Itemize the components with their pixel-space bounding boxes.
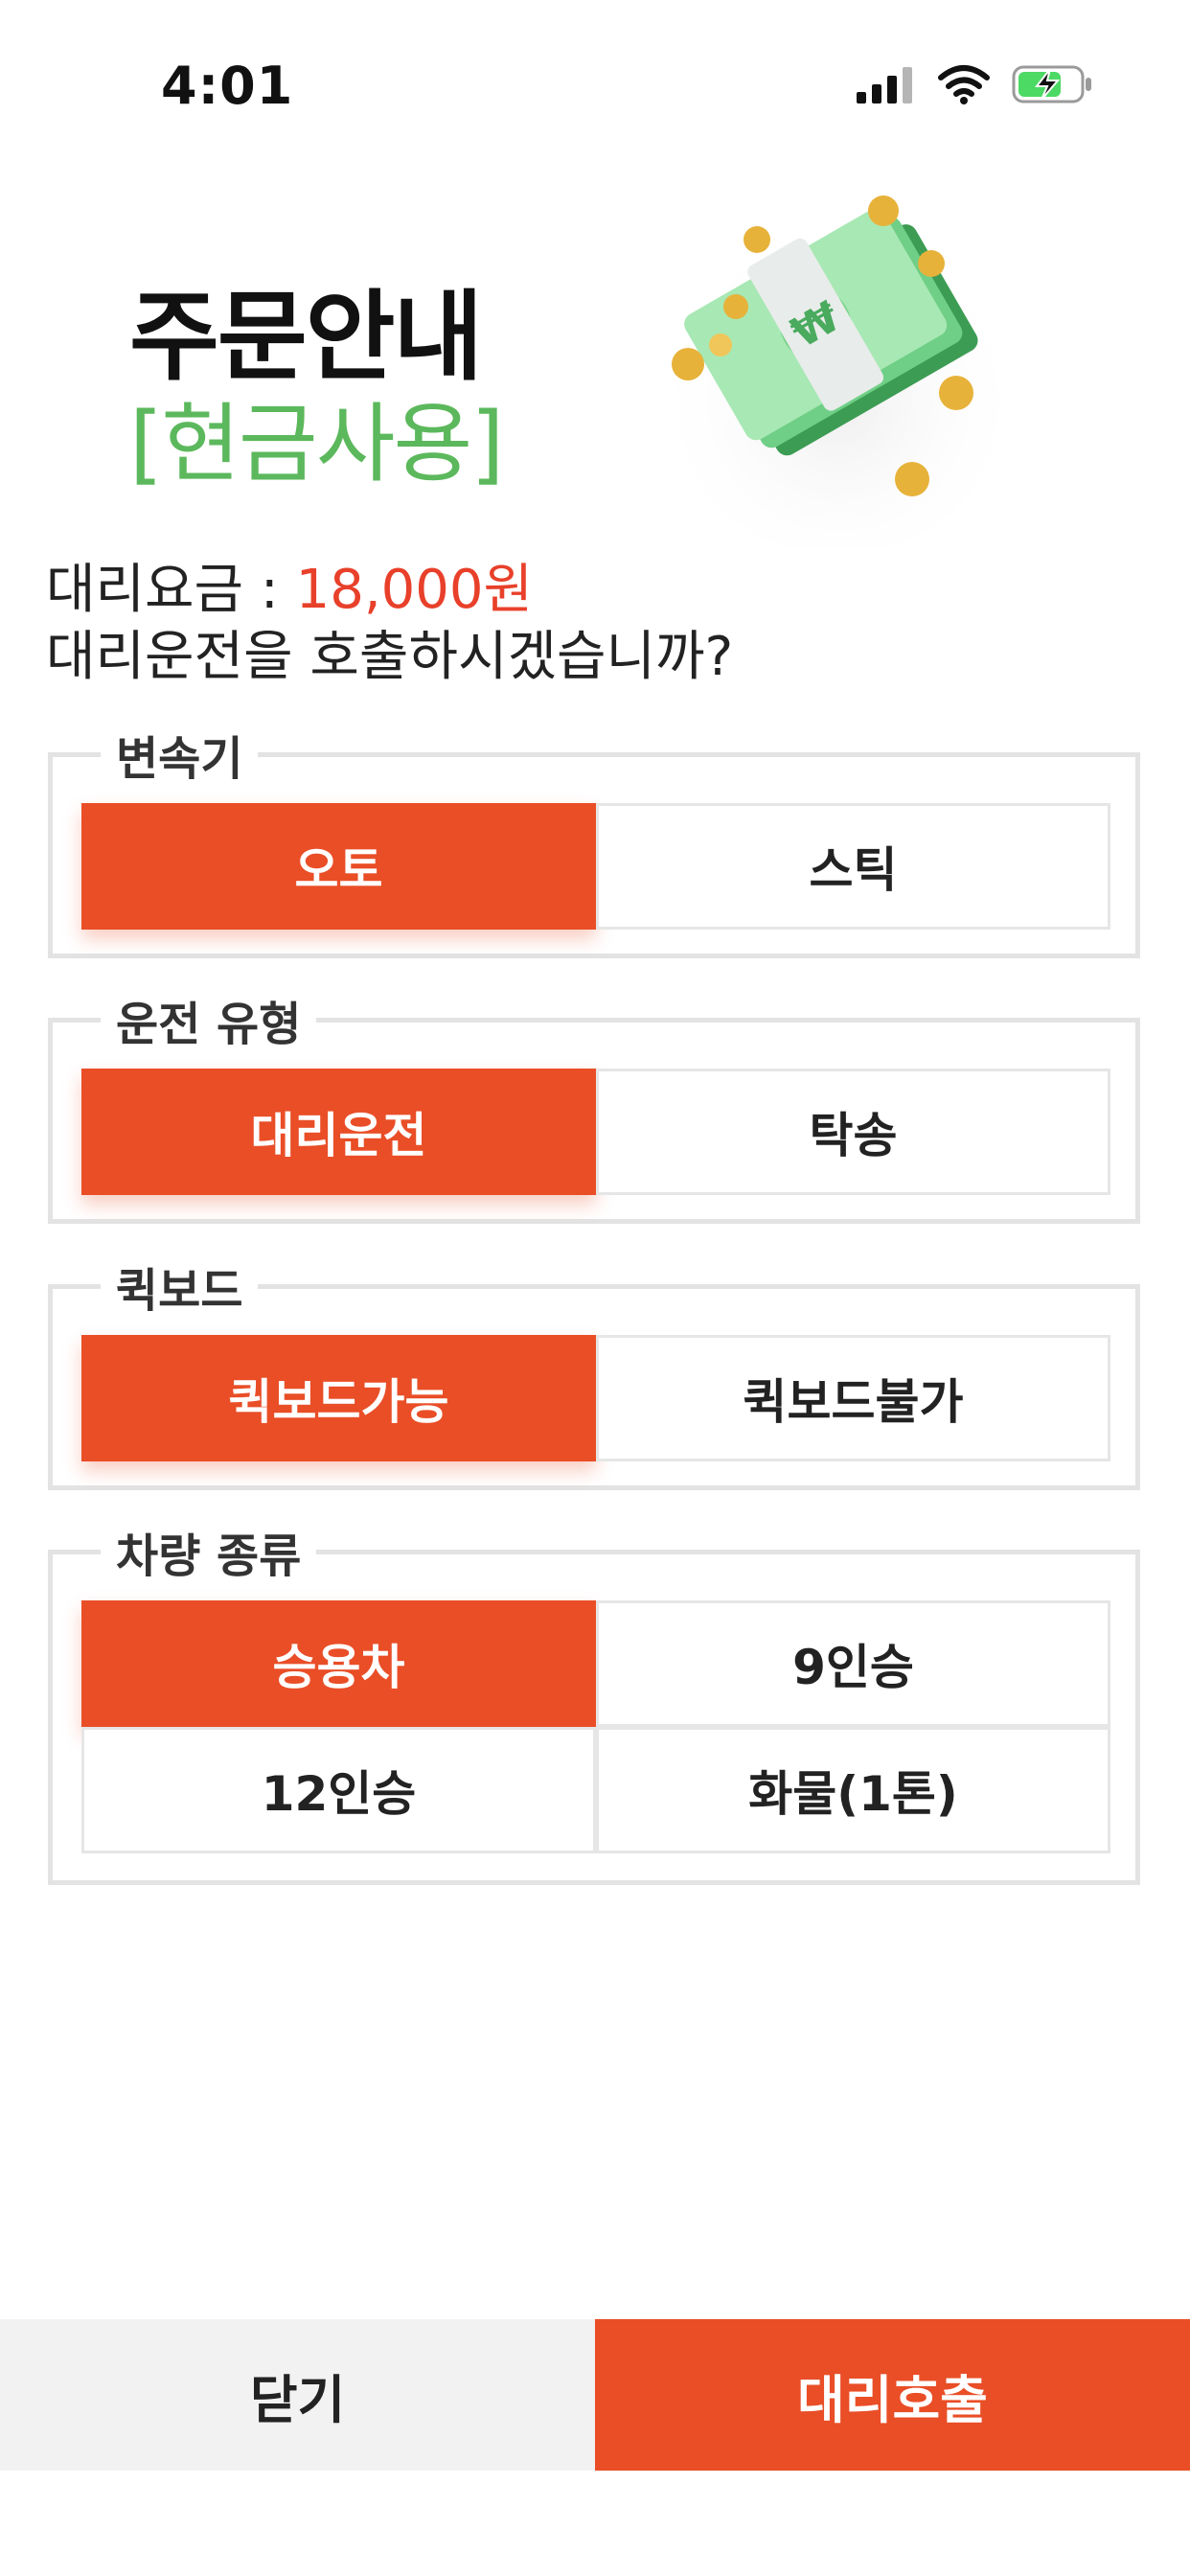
vehicle-sedan-option[interactable]: 승용차	[81, 1600, 596, 1727]
status-time: 4:01	[161, 56, 294, 116]
call-driver-button[interactable]: 대리호출	[595, 2319, 1190, 2471]
payment-type-subtitle: [현금사용]	[129, 394, 504, 494]
transmission-group: 변속기 오토 스틱	[48, 721, 1140, 958]
kickboard-legend: 퀵보드	[101, 1253, 259, 1320]
confirm-question: 대리운전을 호출하시겠습니까?	[46, 626, 734, 688]
vehicle-12-seater-option[interactable]: 12인승	[81, 1727, 596, 1853]
vehicle-type-group: 차량 종류 승용차 9인승 12인승 화물(1톤)	[48, 1518, 1140, 1885]
status-bar: 4:01	[0, 0, 1190, 172]
fare-line: 대리요금 : 18,000원	[46, 546, 533, 624]
transmission-legend: 변속기	[101, 721, 259, 788]
bottom-action-bar: 닫기 대리호출	[0, 2319, 1190, 2471]
cellular-signal-icon	[857, 65, 916, 107]
cash-bundle-illustration: ₩	[632, 192, 1035, 556]
battery-charging-icon	[1012, 63, 1094, 109]
vehicle-type-legend: 차량 종류	[101, 1518, 317, 1585]
kickboard-not-allowed-option[interactable]: 퀵보드불가	[596, 1335, 1110, 1461]
vehicle-truck-option[interactable]: 화물(1톤)	[596, 1727, 1110, 1853]
order-header: 주문안내 [현금사용] ₩	[0, 192, 1190, 556]
wifi-icon	[937, 64, 991, 108]
drive-type-designated-option[interactable]: 대리운전	[81, 1069, 596, 1195]
fare-label: 대리요금 :	[46, 559, 296, 621]
close-button[interactable]: 닫기	[0, 2319, 595, 2471]
drive-type-delivery-option[interactable]: 탁송	[596, 1069, 1110, 1195]
kickboard-allowed-option[interactable]: 퀵보드가능	[81, 1335, 596, 1461]
transmission-stick-option[interactable]: 스틱	[596, 803, 1110, 930]
kickboard-group: 퀵보드 퀵보드가능 퀵보드불가	[48, 1253, 1140, 1490]
drive-type-legend: 운전 유형	[101, 986, 317, 1053]
transmission-auto-option[interactable]: 오토	[81, 803, 596, 930]
status-icons	[857, 63, 1094, 109]
drive-type-group: 운전 유형 대리운전 탁송	[48, 986, 1140, 1224]
fare-amount: 18,000원	[295, 559, 534, 621]
vehicle-9-seater-option[interactable]: 9인승	[596, 1600, 1110, 1727]
